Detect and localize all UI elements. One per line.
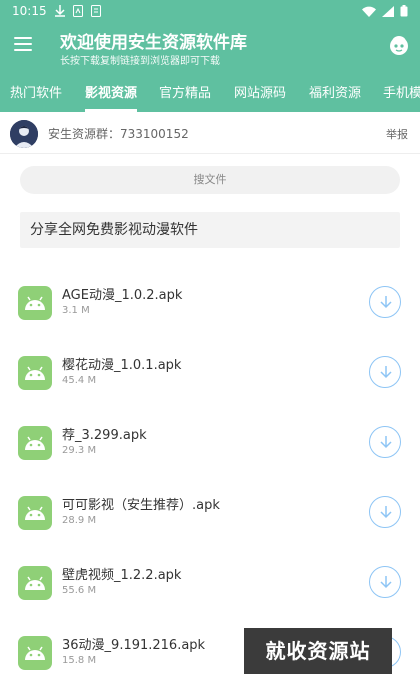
tab-official-picks[interactable]: 官方精品	[159, 82, 211, 112]
download-button[interactable]	[369, 566, 401, 598]
file-name: AGE动漫_1.0.2.apk	[62, 288, 183, 303]
status-time: 10:15	[12, 4, 47, 18]
tab-video-resources[interactable]: 影视资源	[85, 82, 138, 112]
file-size: 55.6 M	[62, 585, 97, 596]
group-label: 安生资源群：733100152	[48, 127, 189, 141]
android-icon	[18, 426, 52, 460]
search-input[interactable]: 搜文件	[20, 166, 400, 194]
file-size: 3.1 M	[62, 305, 90, 316]
page-title: 欢迎使用安生资源软件库	[60, 33, 247, 53]
tab-welfare-resources[interactable]: 福利资源	[309, 82, 361, 112]
android-icon	[18, 566, 52, 600]
download-button[interactable]	[369, 356, 401, 388]
app-header: 10:15 欢迎使用安生资源软件库 长按下载复制链接到浏览器即可下载 热门软件 …	[0, 0, 420, 112]
download-button[interactable]	[369, 286, 401, 318]
android-icon	[18, 496, 52, 530]
group-bar: 安生资源群：733100152 举报	[0, 112, 420, 154]
watermark: 就收资源站	[244, 628, 392, 674]
profile-button[interactable]	[388, 34, 410, 56]
file-name: 壁虎视频_1.2.2.apk	[62, 568, 182, 583]
list-item[interactable]: 樱花动漫_1.0.1.apk 45.4 M	[0, 342, 420, 412]
category-tabs: 热门软件 影视资源 官方精品 网站源码 福利资源 手机模	[0, 76, 420, 112]
file-name: 可可影视（安生推荐）.apk	[62, 498, 220, 513]
avatar[interactable]	[10, 120, 38, 148]
file-size: 28.9 M	[62, 515, 97, 526]
file-size: 45.4 M	[62, 375, 97, 386]
list-item[interactable]: 壁虎视频_1.2.2.apk 55.6 M	[0, 552, 420, 622]
download-notification-icon	[54, 5, 65, 17]
tab-hot-software[interactable]: 热门软件	[10, 82, 62, 112]
list-item[interactable]: 荐_3.299.apk 29.3 M	[0, 412, 420, 482]
face-icon	[388, 36, 410, 60]
status-bar: 10:15	[0, 0, 420, 22]
wifi-icon	[362, 6, 376, 17]
file-name: 樱花动漫_1.0.1.apk	[62, 358, 182, 373]
page-subtitle: 长按下载复制链接到浏览器即可下载	[60, 56, 220, 67]
download-button[interactable]	[369, 496, 401, 528]
announcement: 分享全网免费影视动漫软件	[20, 212, 400, 248]
download-button[interactable]	[369, 426, 401, 458]
tab-mobile[interactable]: 手机模	[383, 82, 420, 112]
android-icon	[18, 356, 52, 390]
list-item[interactable]: AGE动漫_1.0.2.apk 3.1 M	[0, 272, 420, 342]
lock-notification-icon	[72, 5, 83, 17]
title-bar: 欢迎使用安生资源软件库 长按下载复制链接到浏览器即可下载	[0, 22, 420, 68]
file-name: 36动漫_9.191.216.apk	[62, 638, 206, 653]
battery-icon	[400, 5, 408, 17]
hamburger-icon	[14, 37, 38, 51]
tab-website-source[interactable]: 网站源码	[234, 82, 286, 112]
file-size: 15.8 M	[62, 655, 97, 666]
android-icon	[18, 636, 52, 670]
report-link[interactable]: 举报	[386, 126, 408, 142]
doc-notification-icon	[90, 5, 101, 17]
file-size: 29.3 M	[62, 445, 97, 456]
signal-icon	[382, 5, 394, 17]
android-icon	[18, 286, 52, 320]
list-item[interactable]: 可可影视（安生推荐）.apk 28.9 M	[0, 482, 420, 552]
file-name: 荐_3.299.apk	[62, 428, 147, 443]
menu-button[interactable]	[14, 32, 38, 56]
